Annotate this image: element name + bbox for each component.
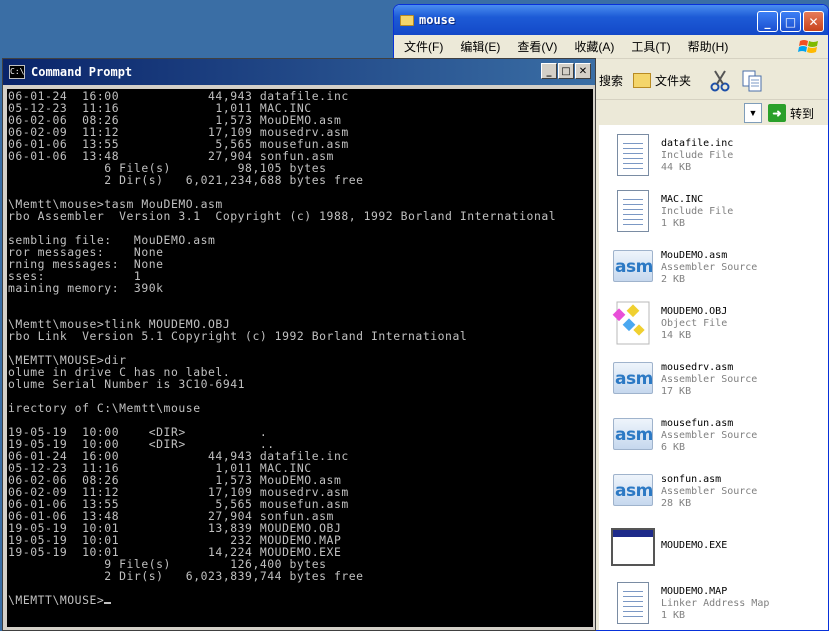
windows-logo-icon	[798, 40, 818, 53]
go-arrow-icon[interactable]: ➜	[768, 104, 786, 122]
console-line: olume Serial Number is 3C10-6941	[8, 377, 246, 391]
command-prompt-window: C:\ Command Prompt _ □ ✕ 06-01-24 16:00 …	[2, 58, 596, 631]
asm-icon-label: asm	[615, 257, 653, 277]
file-item-sonfun-asm[interactable]: asm sonfun.asm Assembler Source 28 KB	[611, 466, 828, 518]
document-icon	[611, 578, 655, 628]
exe-icon	[611, 522, 655, 572]
search-button[interactable]: 搜索	[599, 72, 623, 89]
file-size: 6 KB	[661, 442, 686, 453]
file-size: 44 KB	[661, 162, 692, 173]
file-item-moudemo-asm[interactable]: asm MouDEMO.asm Assembler Source 2 KB	[611, 242, 828, 294]
file-name: MOUDEMO.EXE	[661, 540, 728, 551]
object-file-icon	[611, 298, 655, 348]
file-type: Include File	[661, 206, 734, 217]
file-item-mousedrv-asm[interactable]: asm mousedrv.asm Assembler Source 17 KB	[611, 354, 828, 406]
menu-edit[interactable]: 编辑(E)	[460, 38, 500, 55]
document-icon	[611, 186, 655, 236]
file-type: Assembler Source	[661, 430, 758, 441]
asm-icon-label: asm	[615, 481, 653, 501]
asm-icon: asm	[611, 466, 655, 516]
file-name: datafile.inc	[661, 138, 734, 149]
console-line: maining memory: 390k	[8, 281, 164, 295]
asm-icon-label: asm	[615, 425, 653, 445]
minimize-button[interactable]: _	[757, 11, 778, 32]
go-button[interactable]: 转到	[790, 105, 814, 122]
copy-icon[interactable]	[741, 69, 763, 93]
cut-icon[interactable]	[709, 69, 731, 93]
file-item-mousefun-asm[interactable]: asm mousefun.asm Assembler Source 6 KB	[611, 410, 828, 462]
explorer-menubar: 文件(F) 编辑(E) 查看(V) 收藏(A) 工具(T) 帮助(H)	[394, 35, 828, 59]
cmd-title: Command Prompt	[31, 65, 133, 79]
explorer-title: mouse	[419, 13, 456, 27]
file-name: mousedrv.asm	[661, 362, 734, 373]
file-item-moudemo-obj[interactable]: MOUDEMO.OBJ Object File 14 KB	[611, 298, 828, 350]
console-line: rbo Link Version 5.1 Copyright (c) 1992 …	[8, 329, 468, 343]
console-line: 2 Dir(s) 6,023,839,744 bytes free	[8, 569, 364, 583]
file-type: Linker Address Map	[661, 598, 770, 609]
menu-help[interactable]: 帮助(H)	[688, 38, 729, 55]
file-type: Assembler Source	[661, 374, 758, 385]
document-icon	[611, 130, 655, 180]
file-type: Assembler Source	[661, 262, 758, 273]
maximize-button[interactable]: □	[780, 11, 801, 32]
file-item-datafile-inc[interactable]: datafile.inc Include File 44 KB	[611, 130, 828, 182]
folders-button[interactable]: 文件夹	[633, 72, 691, 89]
asm-icon-label: asm	[615, 369, 653, 389]
console-text: 06-01-24 16:00 44,943 datafile.inc 05-12…	[7, 89, 593, 606]
file-item-moudemo-map[interactable]: MOUDEMO.MAP Linker Address Map 1 KB	[611, 578, 828, 630]
file-size: 1 KB	[661, 218, 686, 229]
asm-icon: asm	[611, 354, 655, 404]
console-output[interactable]: 06-01-24 16:00 44,943 datafile.inc 05-12…	[7, 89, 593, 627]
file-item-moudemo-exe[interactable]: MOUDEMO.EXE	[611, 522, 828, 574]
file-type: Assembler Source	[661, 486, 758, 497]
console-line: 2 Dir(s) 6,021,234,688 bytes free	[8, 173, 364, 187]
close-button[interactable]: ✕	[575, 63, 591, 79]
file-name: MouDEMO.asm	[661, 250, 728, 261]
file-name: mousefun.asm	[661, 418, 734, 429]
file-name: sonfun.asm	[661, 474, 722, 485]
minimize-button[interactable]: _	[541, 63, 557, 79]
file-type: Include File	[661, 150, 734, 161]
file-size: 28 KB	[661, 498, 692, 509]
folder-icon	[400, 14, 414, 26]
chevron-down-icon[interactable]: ▼	[744, 103, 762, 123]
file-size: 17 KB	[661, 386, 692, 397]
file-size: 1 KB	[661, 610, 686, 621]
file-name: MOUDEMO.MAP	[661, 586, 728, 597]
menu-file[interactable]: 文件(F)	[404, 38, 443, 55]
file-name: MAC.INC	[661, 194, 704, 205]
file-type: Object File	[661, 318, 728, 329]
maximize-button[interactable]: □	[558, 63, 574, 79]
console-line: \MEMTT\MOUSE>	[8, 593, 105, 607]
menu-view[interactable]: 查看(V)	[517, 38, 557, 55]
explorer-titlebar[interactable]: mouse _ □ ✕	[394, 5, 828, 35]
asm-icon: asm	[611, 242, 655, 292]
console-line: irectory of C:\Memtt\mouse	[8, 401, 201, 415]
menu-favorites[interactable]: 收藏(A)	[574, 38, 614, 55]
console-icon: C:\	[9, 65, 25, 79]
file-size: 2 KB	[661, 274, 686, 285]
console-line: rbo Assembler Version 3.1 Copyright (c) …	[8, 209, 557, 223]
file-item-mac-inc[interactable]: MAC.INC Include File 1 KB	[611, 186, 828, 238]
file-size: 14 KB	[661, 330, 692, 341]
folder-icon	[633, 73, 652, 88]
menu-tools[interactable]: 工具(T)	[631, 38, 670, 55]
close-button[interactable]: ✕	[803, 11, 824, 32]
asm-icon: asm	[611, 410, 655, 460]
text-cursor	[104, 602, 112, 604]
cmd-titlebar[interactable]: C:\ Command Prompt _ □ ✕	[3, 59, 595, 85]
file-name: MOUDEMO.OBJ	[661, 306, 728, 317]
file-list: datafile.inc Include File 44 KB MAC.INC …	[599, 125, 828, 630]
